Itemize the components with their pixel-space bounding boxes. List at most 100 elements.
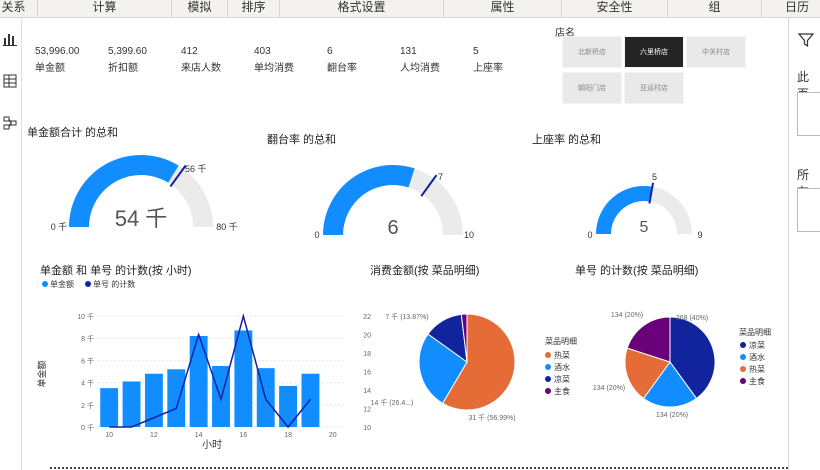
legend-item: 热菜 [749, 364, 765, 374]
tab-sort[interactable]: 排序 [228, 0, 280, 18]
x-tick-label: 12 [150, 432, 158, 439]
y-axis-title: 单金额 [36, 360, 47, 387]
slicer-item-selected[interactable]: 六里桥店 [624, 36, 684, 68]
slicer-item[interactable]: 北新桥店 [562, 36, 622, 68]
gauge-min-label: 0 [587, 230, 592, 240]
kpi-value: 412 [181, 46, 198, 57]
tab-formatting[interactable]: 格式设置 [280, 0, 444, 18]
tab-properties[interactable]: 属性 [444, 0, 562, 18]
page-divider [50, 467, 800, 469]
x-tick-label: 14 [195, 432, 203, 439]
bar [279, 385, 298, 427]
ribbon-tabs: 关系 计算 模拟 排序 格式设置 属性 安全性 组 日历 [0, 0, 820, 18]
gauge-value: 54 千 [115, 206, 168, 231]
tab-relationships[interactable]: 关系 [0, 0, 38, 18]
kpi-label: 单均消费 [254, 63, 294, 74]
legend-item: 单号 的计数 [93, 279, 135, 289]
bar [234, 330, 253, 427]
legend-item: 热菜 [554, 350, 570, 360]
gauge-value: 5 [640, 219, 649, 236]
slicer-item[interactable]: 亚运村店 [624, 72, 684, 104]
kpi-label: 翻台率 [327, 63, 357, 74]
tab-security[interactable]: 安全性 [562, 0, 668, 18]
y-tick-label: 8 千 [81, 334, 94, 343]
legend-item: 酒水 [749, 352, 765, 362]
pie-label: 14 千 (26.4...) [371, 398, 414, 407]
legend-item: 主食 [749, 376, 765, 386]
filter-drop-zone[interactable] [797, 92, 820, 136]
slicer-item[interactable]: 朝阳门店 [562, 72, 622, 104]
gauge-target-label: 56 千 [185, 164, 207, 174]
legend-marker [740, 366, 746, 372]
gauge-min-label: 0 [314, 230, 319, 240]
gauge-turnover: 6 0 10 7 [314, 165, 474, 240]
table-icon[interactable] [2, 74, 18, 90]
bar [144, 373, 163, 427]
legend-title: 菜品明细 [545, 336, 577, 346]
tab-calculations[interactable]: 计算 [38, 0, 172, 18]
y-tick-label: 4 千 [81, 379, 94, 388]
kpi-label: 单金额 [35, 63, 65, 74]
tab-calendars[interactable]: 日历 [762, 0, 820, 18]
kpi-label: 来店人数 [181, 63, 221, 74]
bar [167, 369, 186, 427]
legend-marker [740, 354, 746, 360]
model-icon[interactable] [2, 116, 18, 132]
gauge-max-label: 10 [464, 230, 474, 240]
legend-item: 酒水 [554, 362, 570, 372]
kpi-value: 131 [400, 46, 417, 57]
pie-label: 134 (20%) [593, 385, 625, 392]
x-axis-title: 小时 [202, 439, 222, 451]
legend-marker [85, 281, 91, 287]
y-tick-label: 2 千 [81, 401, 94, 410]
kpi-value: 6 [327, 46, 333, 57]
gauge-target-label: 5 [652, 172, 657, 182]
pie-chart-orders: 268 (40%) 134 (20%) 134 (20%) 134 (20%) … [593, 312, 771, 419]
pie-chart-title: 消费金额(按 菜品明细) [370, 265, 480, 277]
kpi-label: 折扣额 [108, 63, 138, 74]
tab-groups[interactable]: 组 [668, 0, 762, 18]
legend-marker [545, 364, 551, 370]
gauge-max-label: 80 千 [216, 222, 238, 232]
kpi-value: 53,996.00 [35, 46, 80, 57]
pie-chart-sales: 7 千 (13.87%) 14 千 (26.4...) 31 千 (56.99%… [371, 312, 577, 422]
bar-chart-icon[interactable] [2, 32, 18, 48]
legend-marker [545, 352, 551, 358]
gauge-max-label: 9 [697, 230, 702, 240]
kpi-label: 上座率 [473, 63, 503, 74]
filters-pane: 此页 所有 [788, 18, 820, 470]
y-tick-label: 0 千 [81, 423, 94, 432]
gauge-fill [323, 165, 415, 235]
pie-label: 31 千 (56.99%) [468, 413, 515, 422]
filter-icon[interactable] [797, 32, 815, 48]
filter-drop-zone[interactable] [797, 188, 820, 232]
gauge-occupancy: 5 0 9 5 [587, 172, 702, 240]
legend-marker [740, 342, 746, 348]
pie-label: 268 (40%) [676, 315, 708, 322]
pie-label: 134 (20%) [611, 312, 643, 319]
legend-marker [545, 376, 551, 382]
y-tick-label: 10 千 [77, 312, 94, 321]
pie-label: 134 (20%) [656, 412, 688, 419]
bar [189, 335, 208, 427]
view-switcher [0, 18, 22, 470]
kpi-value: 403 [254, 46, 271, 57]
pie-chart-title: 单号 的计数(按 菜品明细) [575, 265, 699, 277]
gauge-target-label: 7 [438, 172, 443, 182]
legend-item: 凉菜 [554, 374, 570, 384]
kpi-label: 人均消费 [400, 63, 440, 74]
gauge-min-label: 0 千 [51, 222, 68, 232]
legend-marker [740, 378, 746, 384]
legend-marker [545, 388, 551, 394]
x-tick-label: 16 [239, 432, 247, 439]
legend-item: 主食 [554, 386, 570, 396]
tab-what-if[interactable]: 模拟 [172, 0, 228, 18]
bar [122, 381, 141, 427]
pie-label: 7 千 (13.87%) [385, 312, 428, 321]
kpi-value: 5,399.60 [108, 46, 147, 57]
legend-item: 凉菜 [749, 340, 765, 350]
legend-title: 菜品明细 [739, 327, 771, 337]
slicer-item[interactable]: 中关村店 [686, 36, 746, 68]
gauge-value: 6 [387, 217, 398, 239]
x-tick-label: 18 [284, 432, 292, 439]
